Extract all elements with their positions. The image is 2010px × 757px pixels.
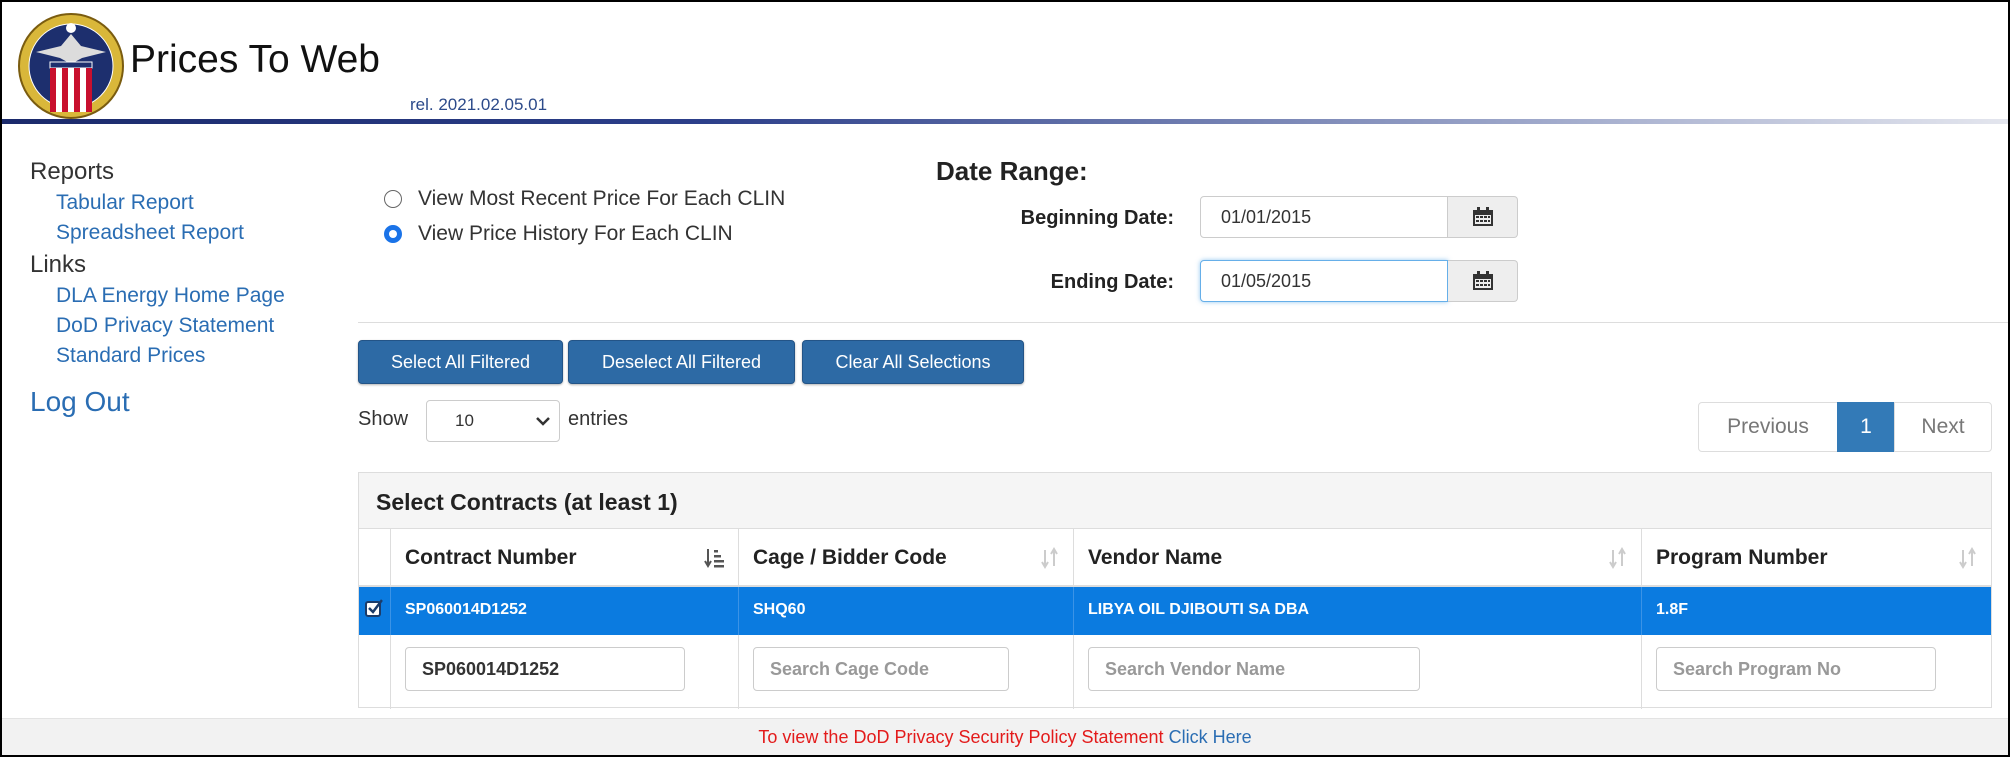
privacy-notice-text: To view the DoD Privacy Security Policy … — [758, 727, 1164, 747]
sidebar: Reports Tabular Report Spreadsheet Repor… — [30, 158, 340, 418]
ending-date-input[interactable]: 01/05/2015 — [1200, 260, 1448, 302]
deselect-all-filtered-button[interactable]: Deselect All Filtered — [568, 340, 795, 384]
app-window: Prices To Web rel. 2021.02.05.01 Reports… — [0, 0, 2010, 757]
sort-icon — [1041, 547, 1058, 569]
vendor-name-search-input[interactable]: Search Vendor Name — [1088, 647, 1420, 691]
contracts-panel-title: Select Contracts (at least 1) — [376, 489, 678, 515]
page-header: Prices To Web rel. 2021.02.05.01 — [2, 2, 2008, 124]
filter-cell-cage: Search Cage Code — [739, 635, 1074, 709]
checkbox-checked-icon[interactable] — [365, 599, 383, 617]
column-header-vendor-name[interactable]: Vendor Name — [1074, 529, 1642, 587]
filter-cell-program: Search Program No — [1642, 635, 1991, 709]
calendar-icon — [1472, 207, 1493, 226]
calendar-icon — [1472, 271, 1493, 290]
contract-number-filter-input[interactable]: SP060014D1252 — [405, 647, 685, 691]
sidebar-heading-reports: Reports — [30, 158, 115, 185]
column-header-label: Vendor Name — [1088, 546, 1223, 569]
page-size-value: 10 — [455, 411, 474, 430]
filter-cell-vendor: Search Vendor Name — [1074, 635, 1642, 709]
column-header-contract-number[interactable]: Contract Number — [391, 529, 739, 587]
cell-text: SP060014D1252 — [405, 601, 527, 618]
pagination-previous[interactable]: Previous — [1698, 402, 1838, 452]
sidebar-link-privacy-statement[interactable]: DoD Privacy Statement — [56, 314, 340, 344]
cage-code-search-input[interactable]: Search Cage Code — [753, 647, 1009, 691]
ending-date-calendar-button[interactable] — [1448, 260, 1518, 302]
select-all-filtered-button[interactable]: Select All Filtered — [358, 340, 563, 384]
page-footer: To view the DoD Privacy Security Policy … — [2, 718, 2008, 755]
date-range-title: Date Range: — [936, 156, 1088, 186]
clear-all-selections-button[interactable]: Clear All Selections — [802, 340, 1024, 384]
privacy-click-here-link[interactable]: Click Here — [1169, 727, 1252, 747]
chevron-down-icon — [536, 417, 550, 426]
view-option-most-recent[interactable]: View Most Recent Price For Each CLIN — [384, 187, 785, 211]
cell-text: LIBYA OIL DJIBOUTI SA DBA — [1088, 601, 1310, 618]
release-version: rel. 2021.02.05.01 — [410, 95, 548, 114]
sort-icon — [1959, 547, 1976, 569]
dla-seal-icon — [18, 13, 124, 119]
sidebar-link-standard-prices[interactable]: Standard Prices — [56, 344, 340, 374]
cell-vendor-name: LIBYA OIL DJIBOUTI SA DBA — [1074, 587, 1642, 635]
cell-text: SHQ60 — [753, 601, 806, 618]
filter-spacer — [359, 635, 391, 709]
view-option-label: View Price History For Each CLIN — [418, 222, 733, 245]
select-column-header — [359, 529, 391, 587]
beginning-date-input[interactable]: 01/01/2015 — [1200, 196, 1448, 238]
cell-contract-number: SP060014D1252 — [391, 587, 739, 635]
pagination-next[interactable]: Next — [1894, 402, 1992, 452]
sidebar-heading-links: Links — [30, 251, 87, 278]
column-header-label: Program Number — [1656, 546, 1828, 569]
sort-icon — [1609, 547, 1626, 569]
section-divider — [358, 322, 2008, 323]
cell-text: 1.8F — [1656, 601, 1689, 618]
cell-cage-code: SHQ60 — [739, 587, 1074, 635]
sidebar-link-spreadsheet-report[interactable]: Spreadsheet Report — [56, 221, 340, 251]
ending-date-label: Ending Date: — [1050, 271, 1174, 293]
program-number-search-input[interactable]: Search Program No — [1656, 647, 1936, 691]
beginning-date-label: Beginning Date: — [1020, 207, 1174, 229]
view-option-label: View Most Recent Price For Each CLIN — [418, 187, 786, 210]
logout-link[interactable]: Log Out — [30, 386, 340, 418]
contracts-panel-header: Select Contracts (at least 1) — [359, 473, 1991, 529]
entries-label: entries — [568, 408, 629, 430]
header-divider — [2, 119, 2008, 124]
beginning-date-calendar-button[interactable] — [1448, 196, 1518, 238]
sidebar-link-dla-energy[interactable]: DLA Energy Home Page — [56, 284, 340, 314]
page-size-select[interactable]: 10 — [426, 400, 560, 442]
contracts-panel: Select Contracts (at least 1) Contract N… — [358, 472, 1992, 709]
row-select-cell[interactable] — [359, 587, 391, 635]
radio-most-recent[interactable] — [384, 190, 402, 208]
view-option-price-history[interactable]: View Price History For Each CLIN — [384, 222, 733, 246]
show-label: Show — [358, 408, 409, 430]
filter-cell-contract: SP060014D1252 — [391, 635, 739, 709]
radio-price-history[interactable] — [384, 225, 402, 243]
app-title: Prices To Web — [130, 38, 380, 81]
cell-program-number: 1.8F — [1642, 587, 1991, 635]
column-header-cage-code[interactable]: Cage / Bidder Code — [739, 529, 1074, 587]
pagination-page-1[interactable]: 1 — [1837, 402, 1895, 452]
sidebar-link-tabular-report[interactable]: Tabular Report — [56, 191, 340, 221]
column-header-label: Contract Number — [405, 546, 577, 569]
column-header-program-number[interactable]: Program Number — [1642, 529, 1991, 587]
sort-amount-icon — [704, 549, 724, 568]
column-header-label: Cage / Bidder Code — [753, 546, 947, 569]
